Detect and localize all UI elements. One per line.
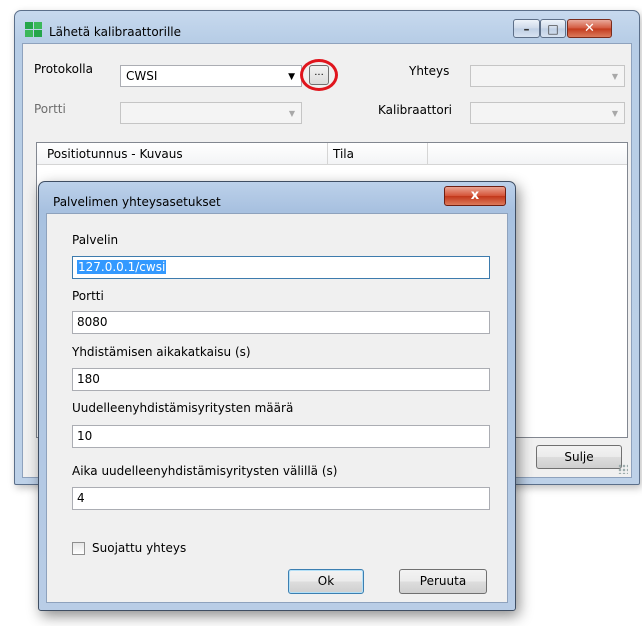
port-input[interactable]: 8080: [72, 311, 490, 334]
retry-interval-input[interactable]: 4: [72, 487, 490, 510]
protocol-label: Protokolla: [34, 62, 93, 76]
server-settings-button[interactable]: ...: [309, 65, 329, 85]
chevron-down-icon: ▼: [611, 72, 618, 81]
dialog-client-area: Palvelin 127.0.0.1/cwsi Portti 8080 Yhdi…: [46, 213, 508, 603]
secure-connection-checkbox[interactable]: [72, 542, 85, 555]
calibrator-label: Kalibraattori: [378, 103, 452, 117]
close-button[interactable]: Sulje: [536, 445, 622, 469]
port-value: 8080: [77, 315, 108, 329]
port-field-label: Portti: [72, 289, 104, 303]
retry-count-value: 10: [77, 429, 93, 443]
ok-button[interactable]: Ok: [288, 569, 364, 594]
timeout-label: Yhdistämisen aikakatkaisu (s): [72, 345, 251, 359]
column-header-position[interactable]: Positiotunnus - Kuvaus: [47, 147, 183, 161]
retry-interval-label: Aika uudelleenyhdistämisyritysten välill…: [72, 464, 338, 478]
connection-select[interactable]: ▼: [470, 65, 625, 87]
protocol-value: CWSI: [126, 69, 158, 83]
window-close-button[interactable]: ✕: [567, 19, 612, 38]
port-label: Portti: [34, 102, 66, 116]
minimize-icon: –: [523, 22, 530, 36]
window-title: Lähetä kalibraattorille: [49, 25, 181, 39]
dialog-title: Palvelimen yhteysasetukset: [53, 195, 221, 209]
maximize-icon: □: [547, 22, 559, 36]
server-input[interactable]: 127.0.0.1/cwsi: [72, 256, 490, 279]
dialog-close-button[interactable]: x: [444, 186, 506, 206]
chevron-down-icon: ▼: [288, 72, 295, 82]
timeout-value: 180: [77, 372, 100, 386]
resize-grip-icon[interactable]: [618, 464, 628, 474]
calibrator-select[interactable]: ▼: [470, 102, 625, 124]
timeout-input[interactable]: 180: [72, 368, 490, 391]
minimize-button[interactable]: –: [513, 19, 540, 38]
server-label: Palvelin: [72, 233, 119, 247]
close-icon: x: [470, 188, 480, 203]
grid-header: Positiotunnus - Kuvaus Tila: [37, 143, 627, 165]
server-value: 127.0.0.1/cwsi: [77, 260, 167, 274]
retry-count-label: Uudelleenyhdistämisyritysten määrä: [72, 401, 294, 415]
column-header-status[interactable]: Tila: [333, 147, 354, 161]
chevron-down-icon: ▼: [611, 109, 618, 118]
port-select[interactable]: ▼: [120, 102, 302, 124]
close-icon: ✕: [584, 21, 595, 36]
cancel-button[interactable]: Peruuta: [399, 569, 487, 594]
connection-label: Yhteys: [409, 64, 450, 78]
protocol-select[interactable]: CWSI ▼: [120, 65, 302, 87]
server-settings-dialog: Palvelimen yhteysasetukset x Palvelin 12…: [38, 181, 516, 611]
secure-connection-label[interactable]: Suojattu yhteys: [92, 541, 186, 555]
main-title-bar[interactable]: Lähetä kalibraattorille – □ ✕: [15, 11, 639, 43]
maximize-button[interactable]: □: [540, 19, 566, 38]
retry-interval-value: 4: [77, 491, 85, 505]
app-icon: [25, 22, 42, 38]
chevron-down-icon: ▼: [288, 109, 295, 118]
retry-count-input[interactable]: 10: [72, 425, 490, 448]
